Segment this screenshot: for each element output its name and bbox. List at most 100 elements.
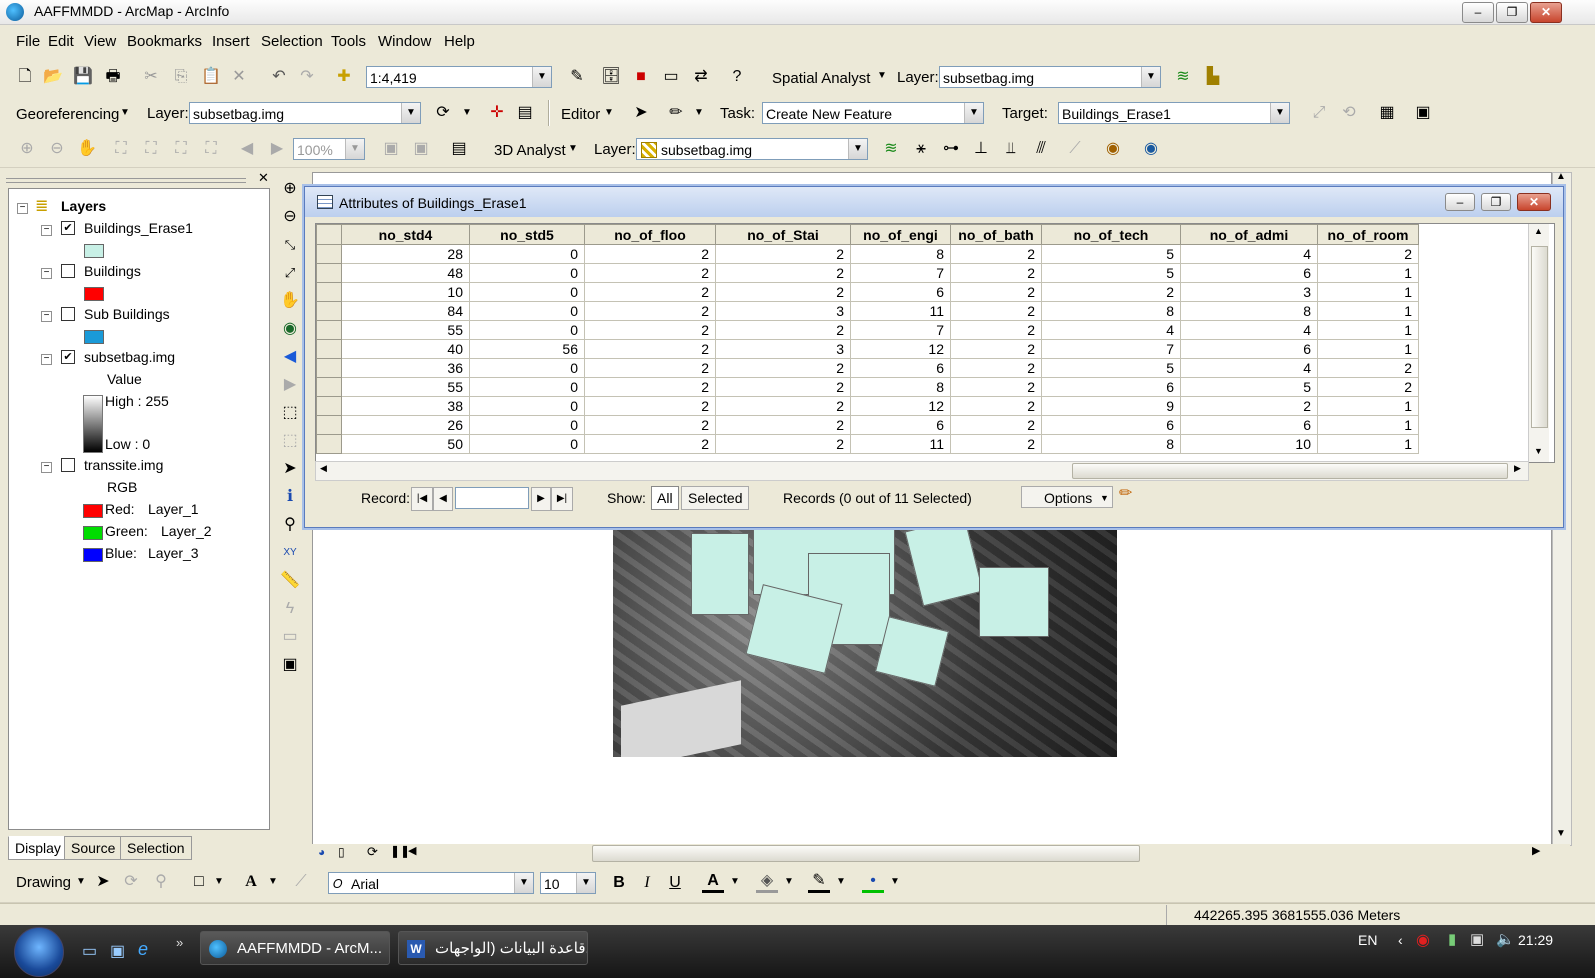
table-cell[interactable]: 5 [1180, 377, 1318, 397]
table-cell[interactable]: 2 [950, 263, 1042, 283]
menu-help[interactable]: Help [444, 33, 475, 50]
internet-explorer-icon[interactable]: e [138, 939, 148, 960]
layers-root[interactable]: Layers [61, 198, 106, 214]
column-header[interactable]: no_std5 [469, 224, 585, 245]
table-cell[interactable]: 7 [1041, 339, 1181, 359]
pan-layout-icon[interactable]: ✋ [76, 138, 98, 160]
table-cell[interactable]: 2 [715, 263, 851, 283]
first-record-icon[interactable]: |◀ [411, 487, 433, 511]
table-cell[interactable]: 8 [1041, 434, 1181, 454]
zoom-out-layout-icon[interactable]: ⊖ [46, 138, 68, 160]
collapse-icon[interactable]: − [17, 203, 28, 214]
table-cell[interactable]: 2 [584, 263, 716, 283]
menu-tools[interactable]: Tools [331, 33, 366, 50]
histogram-icon[interactable]: ▙ [1202, 66, 1224, 88]
table-cell[interactable]: 2 [584, 396, 716, 416]
table-cell[interactable]: 7 [850, 263, 951, 283]
table-row[interactable]: 84 0 2 3 11 2 8 8 1 [316, 301, 1419, 321]
zoom-in-layout-icon[interactable]: ⊕ [16, 138, 38, 160]
show-desktop-icon[interactable]: ▭ [82, 941, 97, 961]
table-cell[interactable]: 3 [715, 339, 851, 359]
row-selector-header[interactable] [316, 224, 342, 245]
clear-selection-icon[interactable]: ⬚ [279, 430, 301, 452]
table-cell[interactable]: 2 [950, 282, 1042, 302]
table-cell[interactable]: 2 [1317, 377, 1419, 397]
target-combo[interactable]: Buildings_Erase1 ▼ [1058, 102, 1290, 124]
show-all-button[interactable]: All [651, 486, 679, 510]
menu-selection[interactable]: Selection [261, 33, 323, 50]
menu-edit[interactable]: Edit [48, 33, 74, 50]
table-cell[interactable]: 5 [1041, 244, 1181, 264]
close-button[interactable]: ✕ [1517, 193, 1551, 211]
back-icon[interactable]: ◀ [279, 346, 301, 368]
table-cell[interactable]: 0 [469, 244, 585, 264]
tab-selection[interactable]: Selection [120, 836, 192, 860]
table-cell[interactable]: 2 [1180, 396, 1318, 416]
menu-window[interactable]: Window [378, 33, 431, 50]
layer-checkbox-buildings[interactable] [61, 264, 75, 278]
select-features-icon[interactable]: ⬚ [279, 402, 301, 424]
table-cell[interactable]: 2 [715, 282, 851, 302]
table-cell[interactable]: 36 [341, 358, 470, 378]
table-cell[interactable]: 1 [1317, 434, 1419, 454]
table-cell[interactable]: 2 [950, 320, 1042, 340]
layer-checkbox-subsetbag[interactable]: ✔ [61, 350, 75, 364]
redo-icon[interactable]: ↷ [296, 66, 318, 88]
previous-record-icon[interactable]: ◀ [433, 487, 453, 511]
table-cell[interactable]: 0 [469, 396, 585, 416]
table-cell[interactable]: 2 [950, 358, 1042, 378]
view-link-table-icon[interactable]: ▤ [514, 102, 536, 124]
row-selector[interactable] [316, 282, 342, 302]
select-elements-icon[interactable]: ➤ [279, 458, 301, 480]
table-row[interactable]: 10 0 2 2 6 2 2 3 1 [316, 282, 1419, 302]
table-cell[interactable]: 0 [469, 377, 585, 397]
underline-button[interactable]: U [664, 872, 686, 894]
table-horizontal-scrollbar[interactable]: ◀ ▶ [315, 461, 1529, 481]
row-selector[interactable] [316, 263, 342, 283]
editor-toolbar-icon[interactable]: ✎ [566, 66, 588, 88]
table-cell[interactable]: 28 [341, 244, 470, 264]
table-cell[interactable]: 11 [850, 301, 951, 321]
arcscene-icon[interactable]: ◉ [1102, 138, 1124, 160]
task-combo[interactable]: Create New Feature ▼ [762, 102, 984, 124]
zoom-in-icon[interactable]: ⊕ [279, 178, 301, 200]
editor-menu[interactable]: Editor [561, 106, 600, 123]
zoom-whole-page-icon[interactable]: ⛶ [110, 138, 132, 160]
contour-icon[interactable]: ≋ [1172, 66, 1194, 88]
chevron-down-icon[interactable]: ▼ [120, 107, 130, 118]
new-document-icon[interactable]: 🗋 [14, 66, 36, 88]
collapse-icon[interactable]: − [41, 268, 52, 279]
taskbar-item-word[interactable]: W قاعدة البيانات (الواجهات... [398, 931, 588, 965]
table-cell[interactable]: 2 [1041, 282, 1181, 302]
close-button[interactable]: ✕ [1530, 2, 1562, 23]
identify-icon[interactable]: ℹ [279, 486, 301, 508]
table-cell[interactable]: 6 [1041, 377, 1181, 397]
table-cell[interactable]: 0 [469, 358, 585, 378]
table-cell[interactable]: 2 [1317, 244, 1419, 264]
back-extent-icon[interactable]: ◀ [236, 138, 258, 160]
chevron-down-icon[interactable]: ▼ [890, 876, 900, 887]
toggle-draft-icon[interactable]: ▣ [380, 138, 402, 160]
save-icon[interactable]: 💾 [72, 66, 94, 88]
table-cell[interactable]: 8 [1041, 301, 1181, 321]
steepest-path-icon[interactable]: ⚹ [910, 138, 932, 160]
row-selector[interactable] [316, 377, 342, 397]
contour-3d-icon[interactable]: ≋ [880, 138, 902, 160]
refresh-icon[interactable]: ⟳ [367, 844, 378, 860]
data-view-icon[interactable]: ◕ [318, 845, 325, 859]
table-cell[interactable]: 38 [341, 396, 470, 416]
table-cell[interactable]: 2 [584, 282, 716, 302]
map-horizontal-scroll-thumb[interactable] [592, 845, 1140, 862]
table-cell[interactable]: 0 [469, 320, 585, 340]
column-header[interactable]: no_of_floo [584, 224, 716, 245]
rotate-icon[interactable]: ⟳ [432, 102, 454, 124]
table-cell[interactable]: 2 [950, 301, 1042, 321]
layer-transsite[interactable]: transsite.img [84, 457, 163, 473]
table-cell[interactable]: 84 [341, 301, 470, 321]
table-cell[interactable]: 2 [715, 377, 851, 397]
scroll-down-icon[interactable]: ▼ [1556, 828, 1566, 839]
network-tray-icon[interactable]: ▣ [1470, 930, 1484, 948]
table-cell[interactable]: 2 [584, 415, 716, 435]
fixed-zoom-in-icon[interactable]: ⛶ [170, 138, 192, 160]
table-cell[interactable]: 2 [715, 320, 851, 340]
